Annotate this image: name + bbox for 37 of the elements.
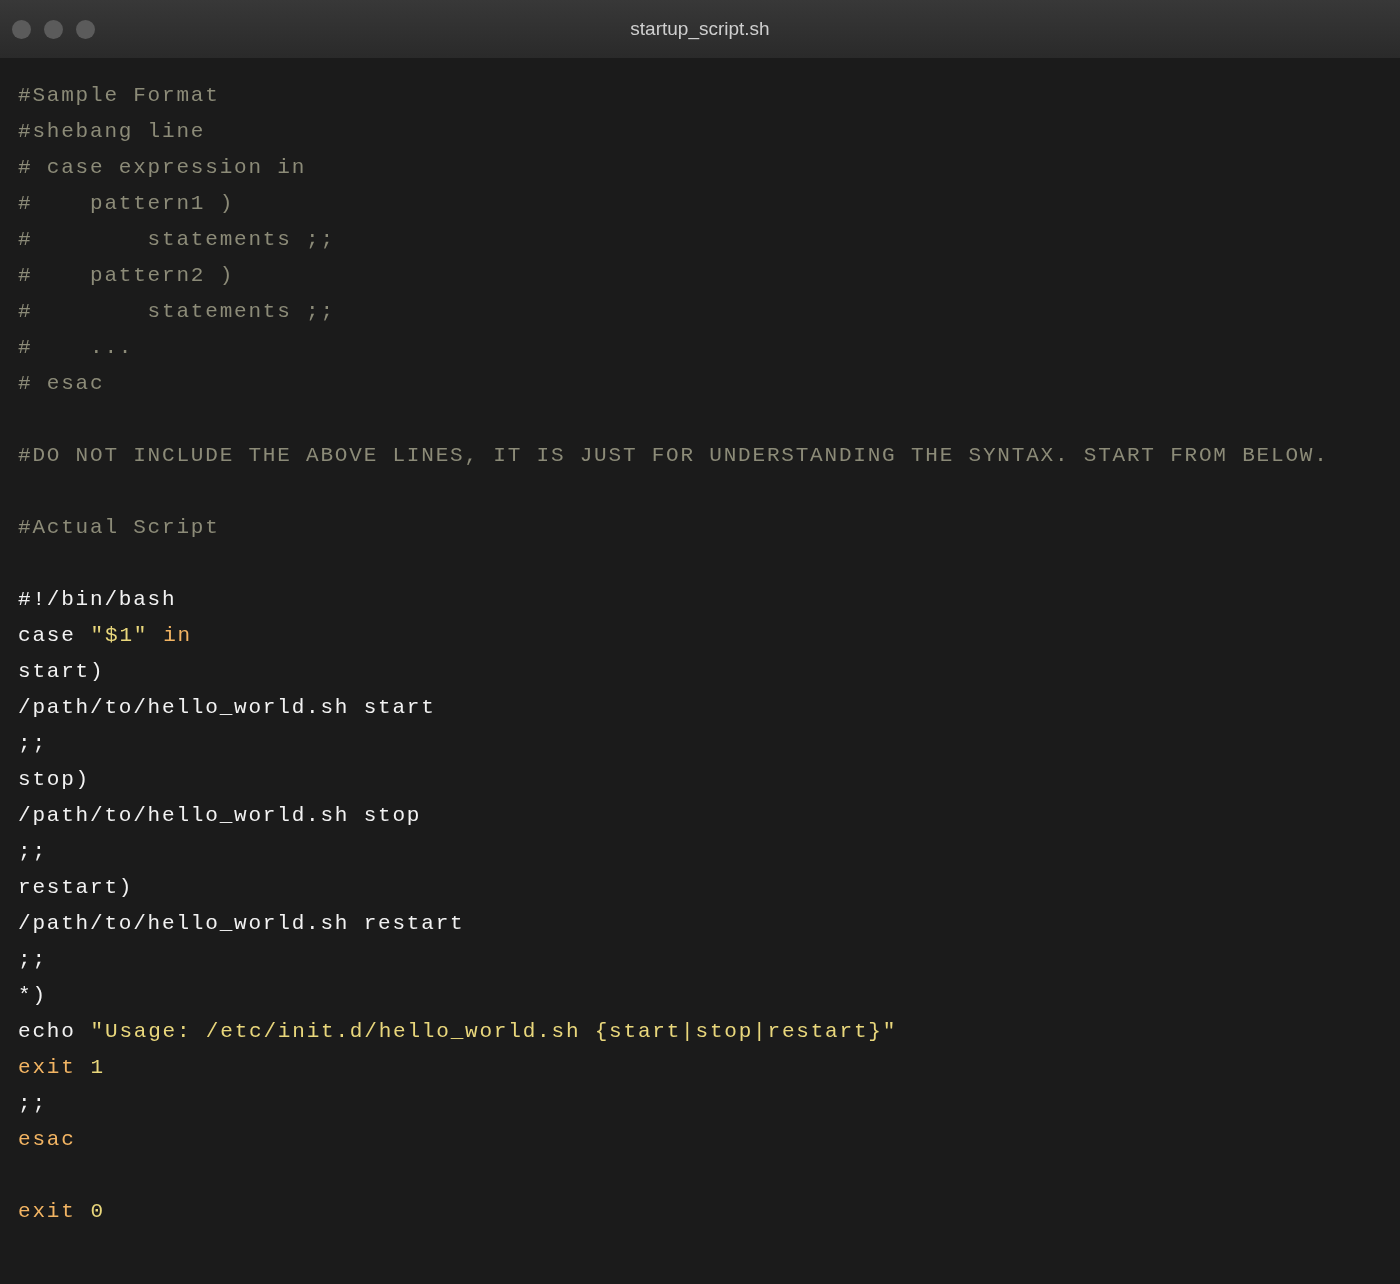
code-text: *) [18, 983, 47, 1009]
code-string: "$1" [90, 623, 149, 649]
window-title: startup_script.sh [630, 16, 770, 42]
code-text: ;; [18, 947, 47, 973]
minimize-button[interactable] [44, 20, 63, 39]
code-keyword: exit [18, 1055, 76, 1081]
code-text: restart) [18, 875, 134, 901]
code-comment: #DO NOT INCLUDE THE ABOVE LINES, IT IS JUST FOR UNDERSTANDING THE SYNTAX. START FROM BELOW. [18, 443, 1329, 469]
code-string: "Usage: /etc/init.d/hello_world.sh {start|stop|restart}" [90, 1019, 898, 1045]
zoom-button[interactable] [76, 20, 95, 39]
code-text: echo [18, 1019, 76, 1045]
code-comment: #Actual Script [18, 515, 220, 541]
code-comment: #Sample Format [18, 83, 220, 109]
code-comment: #shebang line [18, 119, 206, 145]
code-text: start) [18, 659, 105, 685]
code-keyword: in [163, 623, 193, 649]
close-button[interactable] [12, 20, 31, 39]
code-comment: # case expression in [18, 155, 307, 181]
code-comment: # statements ;; [18, 227, 335, 253]
code-comment: # pattern2 ) [18, 263, 235, 289]
code-keyword: exit [18, 1199, 76, 1225]
code-text: #!/bin/bash [18, 587, 177, 613]
code-text: /path/to/hello_world.sh stop [18, 803, 422, 829]
code-text: /path/to/hello_world.sh restart [18, 911, 465, 937]
code-keyword: esac [18, 1127, 76, 1153]
code-comment: # pattern1 ) [18, 191, 235, 217]
code-text: /path/to/hello_world.sh start [18, 695, 436, 721]
code-text: ;; [18, 1091, 47, 1117]
code-text: stop) [18, 767, 90, 793]
code-comment: # statements ;; [18, 299, 335, 325]
code-text: case [18, 623, 76, 649]
code-number: 1 [90, 1055, 105, 1081]
code-text: ;; [18, 731, 47, 757]
code-comment: # esac [18, 371, 105, 397]
code-number: 0 [90, 1199, 105, 1225]
code-comment: # ... [18, 335, 134, 361]
code-text: ;; [18, 839, 47, 865]
